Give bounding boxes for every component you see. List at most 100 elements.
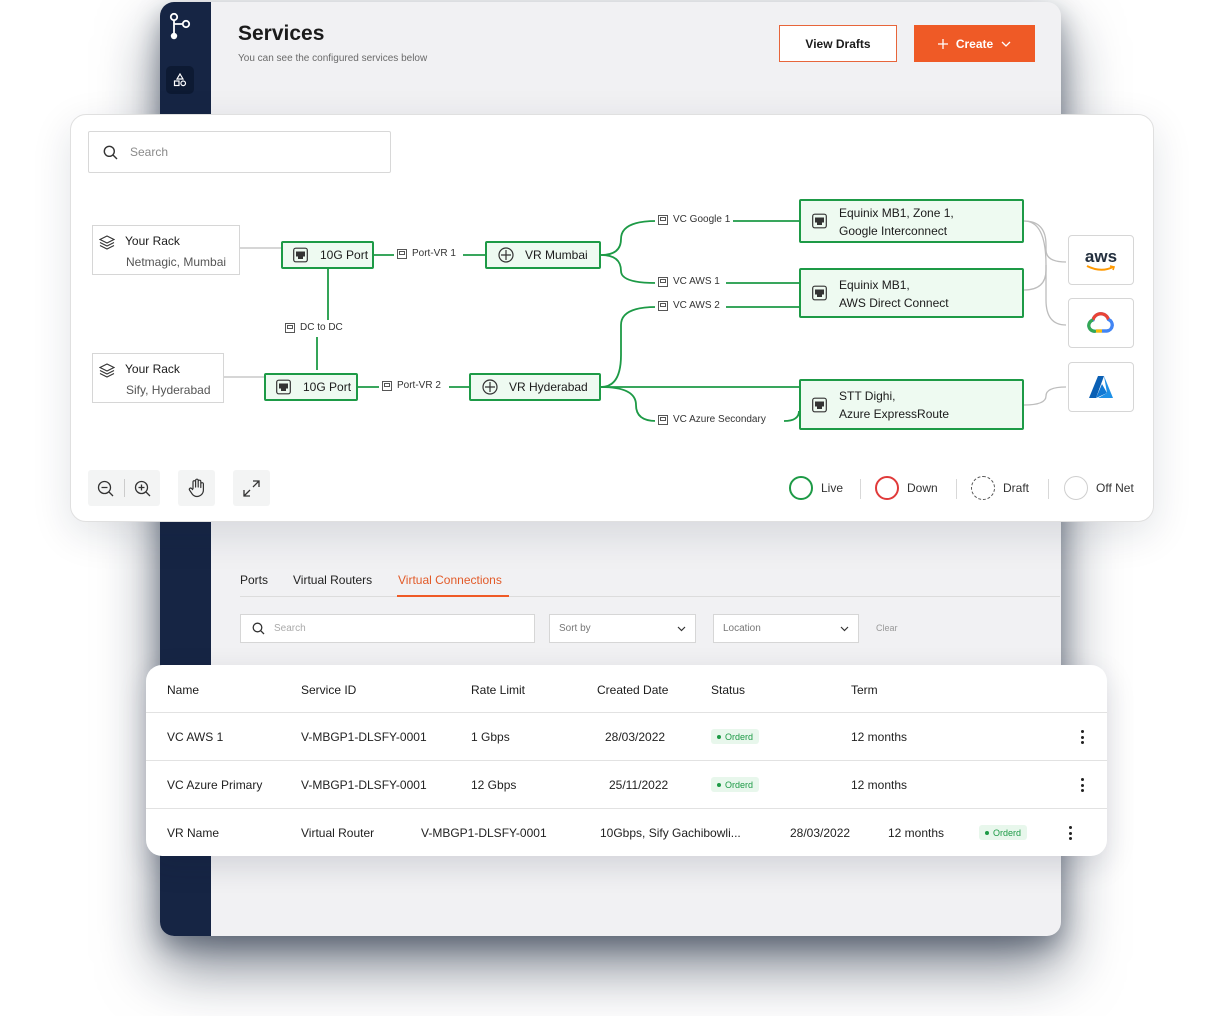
port-icon [812,213,827,229]
sort-by-label: Sort by [559,623,591,634]
port-label: 10G Port [320,248,369,262]
link-label-port-vr1[interactable]: Port-VR 1 [394,247,459,260]
legend-draft: Draft [971,476,1029,500]
tabs-divider [240,596,1060,597]
router-label: VR Hyderabad [509,380,588,394]
services-table: Name Service ID Rate Limit Created Date … [146,665,1107,856]
clear-filters-button[interactable]: Clear [876,623,898,633]
page-subtitle: You can see the configured services belo… [238,53,428,64]
aws-icon[interactable]: aws [1068,235,1134,285]
legend-live: Live [789,476,843,500]
rack-title: Your Rack [125,362,180,376]
filter-search-input[interactable]: Search [240,614,535,643]
rack-sify-hyderabad[interactable]: Your Rack Sify, Hyderabad [92,353,224,403]
cell-type: Virtual Router [301,826,375,840]
chevron-down-icon [1001,41,1011,47]
tab-ports[interactable]: Ports [240,573,268,587]
status-dot-icon [717,782,721,787]
legend-label: Down [907,481,938,495]
row-menu-icon[interactable] [1076,728,1088,746]
status-dot-icon [717,734,721,739]
expand-icon [243,479,260,497]
view-drafts-button[interactable]: View Drafts [779,25,897,62]
cell-service-id: V-MBGP1-DLSFY-0001 [301,730,427,744]
link-text: VC AWS 2 [673,300,720,311]
zoom-in-button[interactable] [124,470,160,506]
live-status-icon [789,476,813,500]
zoom-controls [88,470,160,506]
column-header-status[interactable]: Status [711,683,745,697]
column-header-term[interactable]: Term [851,683,878,697]
filter-search-placeholder: Search [274,623,306,634]
table-row[interactable]: VC AWS 1 V-MBGP1-DLSFY-0001 1 Gbps 28/03… [146,713,1107,760]
port-node-hyderabad[interactable]: 10G Port [264,373,358,401]
endpoint-equinix-aws[interactable]: Equinix MB1, AWS Direct Connect [799,268,1024,318]
cell-name: VC Azure Primary [167,778,263,792]
endpoint-line1: STT Dighi, [839,389,896,403]
rack-netmagic-mumbai[interactable]: Your Rack Netmagic, Mumbai [92,225,240,275]
column-header-service-id[interactable]: Service ID [301,683,356,697]
link-icon [285,322,295,333]
fullscreen-button[interactable] [233,470,270,506]
link-icon [658,276,668,287]
chevron-down-icon [840,626,849,631]
link-label-vc-google1[interactable]: VC Google 1 [655,213,734,226]
link-label-dc-to-dc[interactable]: DC to DC [282,321,346,334]
column-header-rate-limit[interactable]: Rate Limit [471,683,525,697]
aws-logo-text: aws [1084,247,1118,266]
cell-service-id: V-MBGP1-DLSFY-0001 [421,826,547,840]
link-icon [658,300,668,311]
azure-icon[interactable] [1068,362,1134,412]
port-icon [293,247,308,263]
column-header-name[interactable]: Name [167,683,199,697]
link-text: VC Google 1 [673,214,731,225]
create-button[interactable]: Create [914,25,1035,62]
chevron-down-icon [677,626,686,631]
endpoint-line1: Equinix MB1, Zone 1, [839,206,954,220]
legend-down: Down [875,476,938,500]
sidebar-item-services[interactable] [166,66,194,94]
link-label-vc-aws1[interactable]: VC AWS 1 [655,275,723,288]
zoom-out-button[interactable] [88,470,124,506]
zoom-in-icon [134,480,151,496]
router-icon [482,379,498,395]
status-badge: Orderd [711,729,760,744]
port-icon [276,379,291,395]
tab-virtual-connections[interactable]: Virtual Connections [398,573,502,587]
endpoint-line2: Google Interconnect [839,224,948,238]
location-select[interactable]: Location [713,614,859,643]
port-node-mumbai[interactable]: 10G Port [281,241,374,269]
link-text: VC AWS 1 [673,276,720,287]
row-menu-icon[interactable] [1064,824,1076,842]
endpoint-line2: Azure ExpressRoute [839,407,950,421]
router-node-mumbai[interactable]: VR Mumbai [485,241,601,269]
table-row[interactable]: VC Azure Primary V-MBGP1-DLSFY-0001 12 G… [146,761,1107,808]
cell-created-date: 28/03/2022 [790,826,851,840]
status-text: Orderd [725,731,754,742]
location-label: Location [723,623,761,634]
link-label-vc-aws2[interactable]: VC AWS 2 [655,299,723,312]
sort-by-select[interactable]: Sort by [549,614,696,643]
status-badge: Orderd [711,777,760,792]
endpoint-equinix-google[interactable]: Equinix MB1, Zone 1, Google Interconnect [799,199,1024,243]
legend-off-net: Off Net [1064,476,1134,500]
link-label-port-vr2[interactable]: Port-VR 2 [379,379,444,392]
table-row-virtual-router[interactable]: VR Name Virtual Router V-MBGP1-DLSFY-000… [146,809,1107,856]
link-label-vc-azure-secondary[interactable]: VC Azure Secondary [655,413,769,426]
status-text: Orderd [725,779,754,790]
link-text: Port-VR 2 [397,380,441,391]
logo-icon [169,12,191,42]
router-node-hyderabad[interactable]: VR Hyderabad [469,373,601,401]
status-text: Orderd [993,827,1022,838]
column-header-created-date[interactable]: Created Date [597,683,668,697]
cell-rate-limit: 12 Gbps [471,778,517,792]
google-cloud-icon[interactable] [1068,298,1134,348]
tab-virtual-routers[interactable]: Virtual Routers [293,573,372,587]
port-icon [812,397,827,412]
pan-button[interactable] [178,470,215,506]
endpoint-stt-azure[interactable]: STT Dighi, Azure ExpressRoute [799,379,1024,430]
endpoint-line2: AWS Direct Connect [839,296,949,310]
port-icon [812,285,827,301]
cell-created-date: 28/03/2022 [605,730,666,744]
row-menu-icon[interactable] [1076,776,1088,794]
